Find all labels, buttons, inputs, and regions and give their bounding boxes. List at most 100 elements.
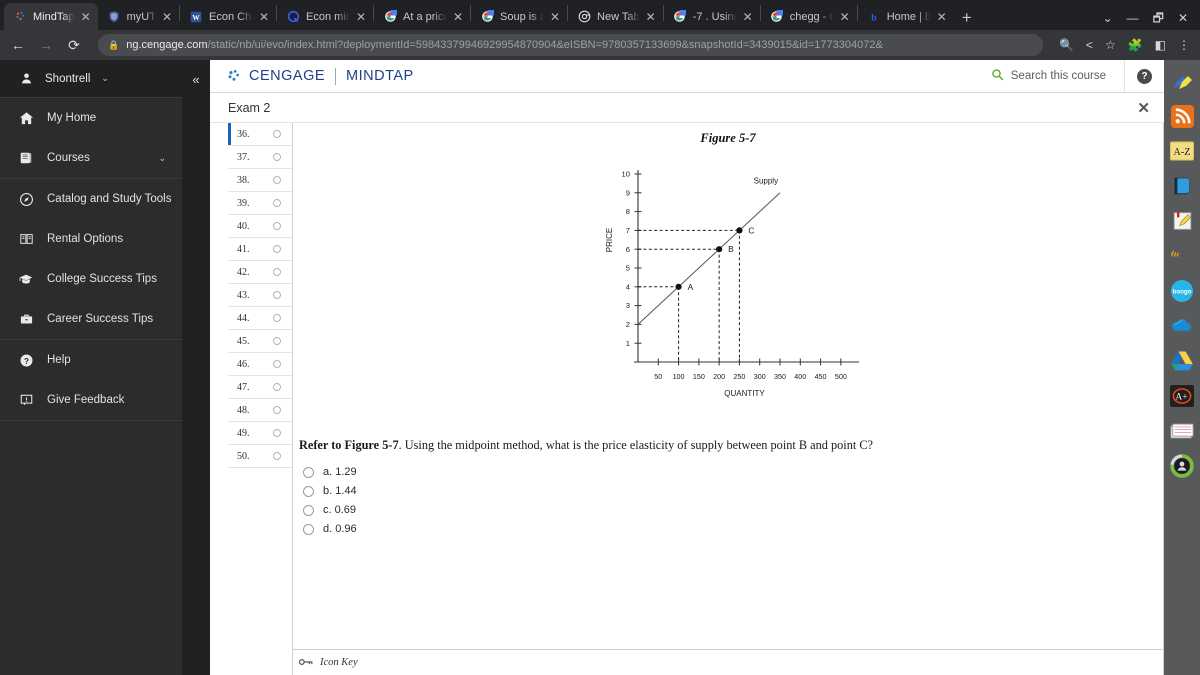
- browser-tab[interactable]: chegg - G ✕: [761, 3, 857, 30]
- svg-text:W: W: [192, 13, 200, 22]
- sidebar-item-label: Help: [47, 354, 71, 366]
- browser-tab[interactable]: Econ mid ✕: [277, 3, 373, 30]
- answer-choice[interactable]: d. 0.96: [303, 520, 1163, 539]
- sidebar-item-catalog-and-study-tools[interactable]: Catalog and Study Tools: [0, 179, 182, 219]
- question-number-row[interactable]: 41.: [228, 238, 292, 261]
- browser-tab[interactable]: W Econ Cha ✕: [180, 3, 276, 30]
- radio-button[interactable]: [303, 523, 314, 535]
- question-number-row[interactable]: 42.: [228, 261, 292, 284]
- browser-tab-title: Econ Cha: [209, 10, 253, 23]
- question-number-row[interactable]: 49.: [228, 422, 292, 445]
- svg-text:A: A: [688, 282, 694, 292]
- close-icon[interactable]: ✕: [1178, 12, 1188, 24]
- question-number-row[interactable]: 40.: [228, 215, 292, 238]
- close-icon[interactable]: ✕: [162, 11, 172, 23]
- minimize-icon[interactable]: —: [1127, 12, 1139, 24]
- new-tab-button[interactable]: +: [962, 9, 972, 26]
- sidebar-item-rental-options[interactable]: Rental Options: [0, 219, 182, 259]
- side-panel-icon[interactable]: ◧: [1155, 38, 1166, 52]
- bongo-icon[interactable]: bongo: [1169, 278, 1195, 304]
- notepad-pencil-icon[interactable]: [1169, 208, 1195, 234]
- open-book-icon: [18, 232, 34, 246]
- restore-icon[interactable]: 🗗: [1153, 12, 1164, 24]
- close-icon[interactable]: ✕: [259, 11, 269, 23]
- question-number-row[interactable]: 44.: [228, 307, 292, 330]
- browser-tab[interactable]: New Tab ✕: [568, 3, 663, 30]
- sidebar-item-help[interactable]: ? Help: [0, 340, 182, 380]
- question-number-row[interactable]: 47.: [228, 376, 292, 399]
- rss-feed-icon[interactable]: [1169, 103, 1195, 129]
- reload-icon[interactable]: ⟳: [66, 37, 82, 54]
- close-icon[interactable]: ✕: [453, 11, 463, 23]
- forward-icon[interactable]: →: [38, 37, 54, 53]
- radio-button[interactable]: [303, 466, 314, 478]
- share-icon[interactable]: <: [1086, 38, 1093, 52]
- svg-text:10: 10: [622, 170, 630, 179]
- browser-tab[interactable]: At a price ✕: [374, 3, 470, 30]
- sidebar-collapse-button[interactable]: «: [182, 60, 210, 675]
- course-search[interactable]: Search this course: [973, 68, 1124, 84]
- tab-search-chevron-icon[interactable]: ⌄: [1103, 12, 1113, 24]
- answer-choice[interactable]: c. 0.69: [303, 501, 1163, 520]
- sidebar-username: Shontrell: [45, 72, 91, 85]
- question-number-row[interactable]: 46.: [228, 353, 292, 376]
- question-number-row[interactable]: 50.: [228, 445, 292, 468]
- close-icon[interactable]: ✕: [646, 11, 656, 23]
- close-icon[interactable]: ✕: [840, 11, 850, 23]
- icon-key-bar[interactable]: Icon Key: [293, 649, 1163, 675]
- extensions-icon[interactable]: 🧩: [1128, 38, 1143, 52]
- question-number-row[interactable]: 38.: [228, 169, 292, 192]
- close-icon[interactable]: ✕: [937, 11, 947, 23]
- answer-choice[interactable]: a. 1.29: [303, 463, 1163, 482]
- radio-button[interactable]: [303, 485, 314, 497]
- help-button[interactable]: ?: [1124, 60, 1164, 92]
- profile-progress-icon[interactable]: [1169, 453, 1195, 479]
- chrome-menu-icon[interactable]: ⋮: [1178, 38, 1190, 52]
- sidebar-item-career-success-tips[interactable]: Career Success Tips: [0, 299, 182, 339]
- browser-tab[interactable]: myUT ✕: [98, 3, 179, 30]
- question-number-row[interactable]: 48.: [228, 399, 292, 422]
- sidebar-item-give-feedback[interactable]: Give Feedback: [0, 380, 182, 420]
- close-icon[interactable]: ✕: [550, 11, 560, 23]
- bookmark-star-icon[interactable]: ☆: [1105, 38, 1116, 52]
- question-number-row[interactable]: 39.: [228, 192, 292, 215]
- answer-choice[interactable]: b. 1.44: [303, 482, 1163, 501]
- flashcards-icon[interactable]: [1169, 418, 1195, 444]
- svg-text:A-Z: A-Z: [1174, 147, 1191, 158]
- question-number-label: 41.: [237, 243, 250, 255]
- feedback-icon: [18, 393, 34, 407]
- back-icon[interactable]: ←: [10, 37, 26, 53]
- question-number-label: 44.: [237, 312, 250, 324]
- question-number-row[interactable]: 43.: [228, 284, 292, 307]
- close-icon[interactable]: ✕: [1137, 99, 1150, 117]
- address-bar[interactable]: 🔒 ng.cengage.com/static/nb/ui/evo/index.…: [98, 34, 1043, 56]
- read-aloud-icon[interactable]: [1169, 243, 1195, 269]
- browser-tab[interactable]: b Home | b ✕: [858, 3, 954, 30]
- zoom-icon[interactable]: 🔍: [1059, 38, 1074, 52]
- close-icon[interactable]: ✕: [81, 11, 91, 23]
- dictionary-az-icon[interactable]: A-Z: [1169, 138, 1195, 164]
- sidebar-item-courses[interactable]: Courses ⌄: [0, 138, 182, 178]
- highlighter-pen-icon[interactable]: [1169, 68, 1195, 94]
- svg-text:9: 9: [626, 188, 630, 197]
- close-icon[interactable]: ✕: [356, 11, 366, 23]
- sidebar-user-menu[interactable]: Shontrell ⌄: [0, 60, 182, 98]
- close-icon[interactable]: ✕: [743, 11, 753, 23]
- question-number-row[interactable]: 45.: [228, 330, 292, 353]
- browser-tab[interactable]: MindTap ✕: [4, 3, 98, 30]
- sidebar-item-college-success-tips[interactable]: College Success Tips: [0, 259, 182, 299]
- question-number-row[interactable]: 36.: [228, 123, 292, 146]
- radio-button[interactable]: [303, 504, 314, 516]
- home-icon: [18, 111, 34, 126]
- onedrive-cloud-icon[interactable]: [1169, 313, 1195, 339]
- browser-tab[interactable]: Soup is a ✕: [471, 3, 567, 30]
- browser-tab[interactable]: -7 . Using ✕: [664, 3, 760, 30]
- question-number-row[interactable]: 37.: [228, 146, 292, 169]
- sidebar-item-label: College Success Tips: [47, 273, 157, 285]
- browser-tab-title: -7 . Using: [692, 10, 737, 23]
- google-drive-icon[interactable]: [1169, 348, 1195, 374]
- blue-book-icon[interactable]: [1169, 173, 1195, 199]
- sidebar-item-my-home[interactable]: My Home: [0, 98, 182, 138]
- grade-a-plus-icon[interactable]: A+: [1169, 383, 1195, 409]
- cengage-icon: [13, 10, 27, 24]
